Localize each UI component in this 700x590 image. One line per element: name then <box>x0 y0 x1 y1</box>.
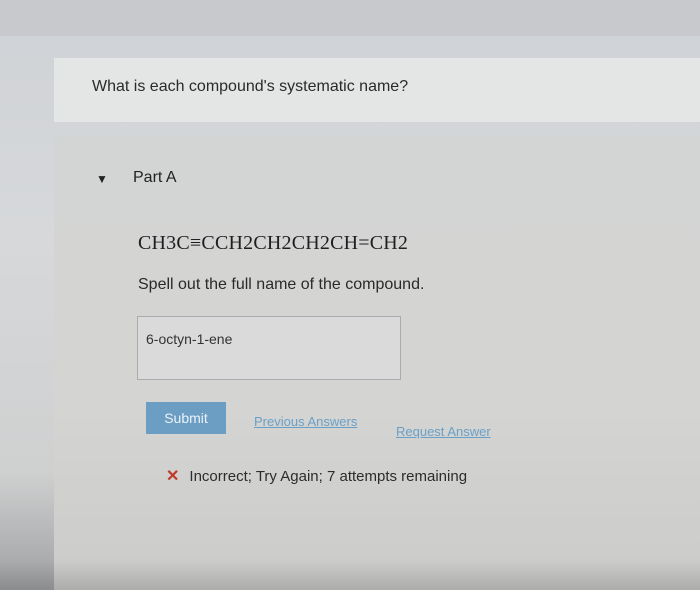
part-title: Part A <box>133 169 177 186</box>
request-answer-link[interactable]: Request Answer <box>396 424 491 439</box>
x-icon: ✕ <box>166 468 180 485</box>
instruction-text: Spell out the full name of the compound. <box>138 276 425 293</box>
top-shade <box>0 0 700 36</box>
question-text: What is each compound's systematic name? <box>92 78 409 95</box>
triangle-down-icon[interactable]: ▼ <box>96 172 108 186</box>
answer-value: 6-octyn-1-ene <box>146 331 233 347</box>
bottom-shade <box>0 560 700 590</box>
previous-answers-link[interactable]: Previous Answers <box>254 414 357 429</box>
answer-field[interactable]: 6-octyn-1-ene <box>137 316 401 380</box>
feedback-message: ✕ Incorrect; Try Again; 7 attempts remai… <box>166 466 467 486</box>
question-panel: What is each compound's systematic name? <box>54 58 700 122</box>
compound-formula: CH3C≡CCH2CH2CH2CH=CH2 <box>138 232 408 255</box>
feedback-text: Incorrect; Try Again; 7 attempts remaini… <box>189 467 468 485</box>
formula-text: CH3C≡CCH2CH2CH2CH=CH2 <box>138 232 409 254</box>
submit-button[interactable]: Submit <box>146 402 226 434</box>
